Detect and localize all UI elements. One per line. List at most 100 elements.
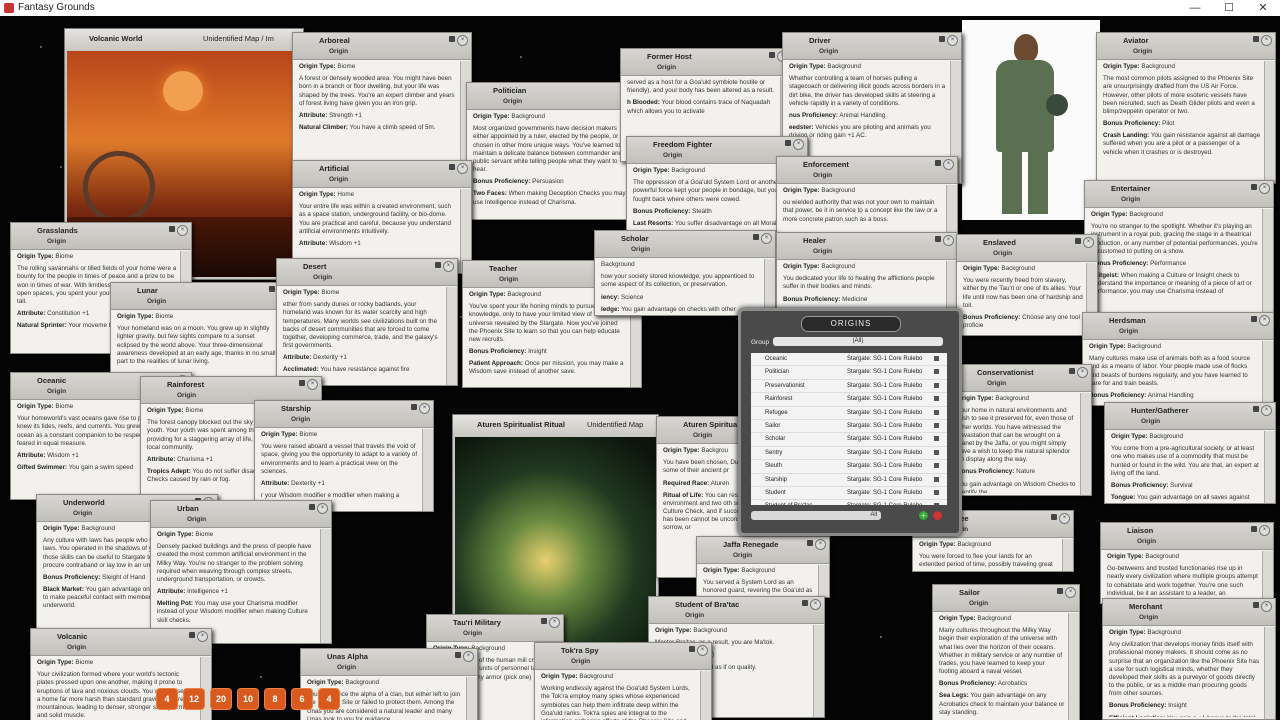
lock-icon[interactable]: [411, 404, 417, 410]
lock-icon[interactable]: [449, 164, 455, 170]
window-side-tabs[interactable]: [764, 259, 775, 315]
origins-list[interactable]: Oceanic Stargate: SG-1 Core Rulebo Polit…: [751, 353, 947, 505]
link-icon[interactable]: [934, 463, 939, 469]
die-button[interactable]: 20: [210, 688, 232, 710]
close-icon[interactable]: ×: [177, 225, 188, 236]
lock-icon[interactable]: [1069, 368, 1075, 374]
die-button[interactable]: 6: [291, 688, 313, 710]
window-side-tabs[interactable]: [1264, 431, 1275, 503]
lock-icon[interactable]: [299, 380, 305, 386]
lock-icon[interactable]: [309, 504, 315, 510]
origin-window[interactable]: Lunar Origin × Origin Type: BiomeYour ho…: [110, 282, 292, 384]
origin-window[interactable]: Jaffa Renegade Origin × Origin Type: Bac…: [696, 536, 830, 598]
origins-list-item[interactable]: Politician Stargate: SG-1 Core Rulebo: [751, 366, 947, 380]
origin-window[interactable]: Enslaved Origin × Origin Type: Backgroun…: [956, 234, 1098, 336]
lock-icon[interactable]: [785, 140, 791, 146]
close-icon[interactable]: ×: [317, 503, 328, 514]
origin-window[interactable]: Urban Origin × Origin Type: Biome Densely…: [150, 500, 332, 644]
die-button[interactable]: 8: [264, 688, 286, 710]
lock-icon[interactable]: [769, 52, 775, 58]
origin-window[interactable]: Conservationist Origin × Origin Type: Ba…: [950, 364, 1092, 496]
close-icon[interactable]: ×: [1261, 601, 1272, 612]
delete-origin-button[interactable]: [933, 511, 942, 520]
origins-list-item[interactable]: Oceanic Stargate: SG-1 Core Rulebo: [751, 353, 947, 367]
close-icon[interactable]: ×: [815, 539, 826, 550]
close-icon[interactable]: ×: [1259, 525, 1270, 536]
link-icon[interactable]: [934, 449, 939, 455]
close-icon[interactable]: ×: [1077, 367, 1088, 378]
lock-icon[interactable]: [1251, 316, 1257, 322]
close-icon[interactable]: ×: [457, 35, 468, 46]
window-side-tabs[interactable]: [1264, 627, 1275, 719]
origins-list-item[interactable]: Sailor Stargate: SG-1 Core Rulebo: [751, 420, 947, 434]
link-icon[interactable]: [934, 503, 939, 505]
close-window-button[interactable]: ✕: [1246, 0, 1280, 16]
link-icon[interactable]: [934, 356, 939, 361]
window-side-tabs[interactable]: [1262, 341, 1273, 405]
window-side-tabs[interactable]: [1262, 551, 1273, 603]
image-window-header[interactable]: Volcanic World Unidentified Map / Im: [65, 29, 303, 49]
origin-window[interactable]: Herdsman Origin × Origin Type: Backgroun…: [1082, 312, 1274, 406]
close-icon[interactable]: ×: [1065, 587, 1076, 598]
origins-list-item[interactable]: Sentry Stargate: SG-1 Core Rulebo: [751, 447, 947, 461]
lock-icon[interactable]: [1051, 514, 1057, 520]
close-icon[interactable]: ×: [549, 617, 560, 628]
close-icon[interactable]: ×: [761, 233, 772, 244]
close-icon[interactable]: ×: [943, 159, 954, 170]
close-icon[interactable]: ×: [457, 163, 468, 174]
origin-window[interactable]: Healer Origin × Origin Type: Background Y…: [776, 232, 958, 314]
close-icon[interactable]: ×: [419, 403, 430, 414]
origins-list-item[interactable]: Student of Bra'tac Stargate: SG-1 Core R…: [751, 500, 947, 505]
close-icon[interactable]: ×: [1259, 315, 1270, 326]
lock-icon[interactable]: [939, 36, 945, 42]
lock-icon[interactable]: [1075, 238, 1081, 244]
die-button[interactable]: 4: [156, 688, 178, 710]
window-side-tabs[interactable]: [320, 529, 331, 643]
origins-list-item[interactable]: Preservationist Stargate: SG-1 Core Rule…: [751, 380, 947, 394]
close-icon[interactable]: ×: [307, 379, 318, 390]
close-icon[interactable]: ×: [1261, 405, 1272, 416]
lock-icon[interactable]: [802, 600, 808, 606]
origins-list-item[interactable]: Scholar Stargate: SG-1 Core Rulebo: [751, 433, 947, 447]
window-side-tabs[interactable]: [1264, 61, 1275, 183]
origins-list-item[interactable]: Starship Stargate: SG-1 Core Rulebo: [751, 474, 947, 487]
close-icon[interactable]: ×: [1261, 35, 1272, 46]
origin-window[interactable]: Liaison Origin × Origin Type: Background…: [1100, 522, 1274, 604]
link-icon[interactable]: [934, 409, 939, 415]
link-icon[interactable]: [934, 382, 939, 388]
lock-icon[interactable]: [935, 236, 941, 242]
window-side-tabs[interactable]: [1068, 613, 1079, 720]
lock-icon[interactable]: [807, 540, 813, 546]
lock-icon[interactable]: [435, 262, 441, 268]
window-side-tabs[interactable]: [700, 671, 711, 720]
origins-list-item[interactable]: Student Stargate: SG-1 Core Rulebo: [751, 487, 947, 501]
link-icon[interactable]: [934, 489, 939, 495]
lock-icon[interactable]: [1253, 602, 1259, 608]
window-side-tabs[interactable]: [1062, 539, 1073, 571]
origin-window[interactable]: Aviator Origin × Origin Type: Background…: [1096, 32, 1276, 184]
origins-list-item[interactable]: Sleuth Stargate: SG-1 Core Rulebo: [751, 460, 947, 474]
image-window-aturen[interactable]: Aturen Spiritualist Ritual Unidentified …: [452, 414, 659, 646]
lock-icon[interactable]: [449, 36, 455, 42]
window-side-tabs[interactable]: [446, 287, 457, 385]
window-side-tabs[interactable]: [1080, 393, 1091, 495]
lock-icon[interactable]: [1253, 406, 1259, 412]
desktop-canvas[interactable]: Volcanic World Unidentified Map / Im Atu…: [0, 16, 1280, 720]
origins-list-item[interactable]: Rainforest Stargate: SG-1 Core Rulebo: [751, 393, 947, 407]
link-icon[interactable]: [934, 436, 939, 442]
link-icon[interactable]: [934, 422, 939, 428]
group-select[interactable]: (All): [773, 337, 943, 346]
close-icon[interactable]: ×: [697, 645, 708, 656]
link-icon[interactable]: [934, 396, 939, 402]
close-icon[interactable]: ×: [793, 139, 804, 150]
lock-icon[interactable]: [169, 226, 175, 232]
origin-window[interactable]: Starship Origin × Origin Type: Biome You …: [254, 400, 434, 512]
origin-window[interactable]: Scholar Origin × Background how your soci…: [594, 230, 776, 316]
close-icon[interactable]: ×: [1083, 237, 1094, 248]
close-icon[interactable]: ×: [947, 35, 958, 46]
lock-icon[interactable]: [455, 652, 461, 658]
window-side-tabs[interactable]: [422, 429, 433, 511]
lock-icon[interactable]: [753, 234, 759, 240]
close-icon[interactable]: ×: [197, 631, 208, 642]
die-button[interactable]: 4: [318, 688, 340, 710]
